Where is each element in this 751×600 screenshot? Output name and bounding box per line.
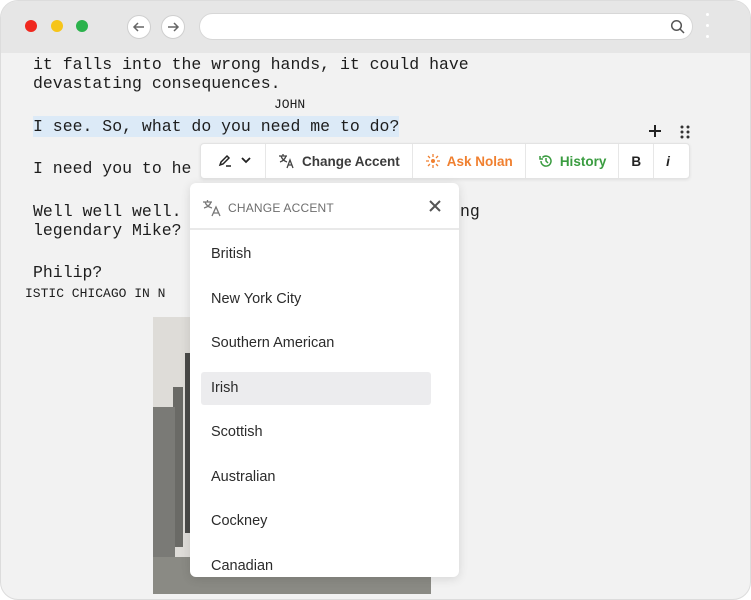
browser-top-bar (1, 1, 750, 53)
ask-nolan-label: Ask Nolan (446, 153, 513, 169)
arrow-left-icon (132, 22, 144, 32)
accent-option-canadian[interactable]: Canadian (201, 550, 431, 577)
pen-style-button[interactable] (201, 144, 266, 178)
change-accent-label: Change Accent (302, 153, 400, 169)
accent-option-australian[interactable]: Australian (201, 461, 431, 494)
selected-dialogue-text: I see. So, what do you need me to do? (33, 116, 400, 137)
address-bar[interactable] (199, 13, 693, 40)
italic-label: i (666, 153, 670, 169)
history-icon (538, 153, 554, 169)
ask-nolan-button[interactable]: Ask Nolan (413, 144, 526, 178)
accent-option-british[interactable]: British (201, 238, 431, 271)
browser-window: it falls into the wrong hands, it could … (0, 0, 751, 600)
scene-heading: ISTIC CHICAGO IN N (25, 286, 166, 301)
selection-toolbar: Change Accent Ask Nolan History B i (200, 143, 690, 179)
dropdown-header: CHANGE ACCENT (190, 183, 459, 230)
minimize-window-button[interactable] (51, 20, 63, 32)
script-line: legendary Mike? (33, 221, 182, 240)
history-label: History (559, 153, 607, 169)
script-line: devastating consequences. (33, 74, 281, 93)
add-block-icon[interactable] (647, 123, 663, 144)
close-window-button[interactable] (25, 20, 37, 32)
accent-option-new-york-city[interactable]: New York City (201, 283, 431, 316)
pen-icon (217, 153, 233, 169)
change-accent-dropdown: CHANGE ACCENT British New York City Sout… (190, 183, 459, 577)
selected-dialogue-line[interactable]: I see. So, what do you need me to do? (33, 116, 400, 137)
sparkle-icon (425, 153, 441, 169)
accent-option-scottish[interactable]: Scottish (201, 416, 431, 449)
accent-option-southern-american[interactable]: Southern American (201, 327, 431, 360)
translate-icon (202, 199, 222, 222)
forward-button[interactable] (161, 15, 185, 39)
accent-option-cockney[interactable]: Cockney (201, 505, 431, 538)
browser-menu-icon[interactable] (705, 13, 711, 43)
change-accent-button[interactable]: Change Accent (266, 144, 413, 178)
translate-icon (278, 153, 296, 169)
chevron-down-icon (239, 153, 253, 170)
script-line: Philip? (33, 263, 103, 282)
maximize-window-button[interactable] (76, 20, 88, 32)
character-name: JOHN (274, 97, 306, 112)
back-button[interactable] (127, 15, 151, 39)
arrow-right-icon (168, 22, 180, 32)
script-line: it falls into the wrong hands, it could … (33, 55, 469, 74)
script-line: I need you to he (33, 159, 192, 178)
drag-handle-icon[interactable] (679, 124, 691, 145)
script-line: Well well well. (33, 202, 182, 221)
close-icon[interactable] (428, 199, 442, 218)
search-icon[interactable] (670, 19, 686, 40)
dropdown-title: CHANGE ACCENT (228, 201, 334, 215)
italic-button[interactable]: i (654, 144, 682, 178)
bold-label: B (631, 153, 642, 169)
script-line-tail: ng (460, 202, 480, 221)
accent-option-irish[interactable]: Irish (201, 372, 431, 405)
history-button[interactable]: History (526, 144, 620, 178)
bold-button[interactable]: B (619, 144, 655, 178)
